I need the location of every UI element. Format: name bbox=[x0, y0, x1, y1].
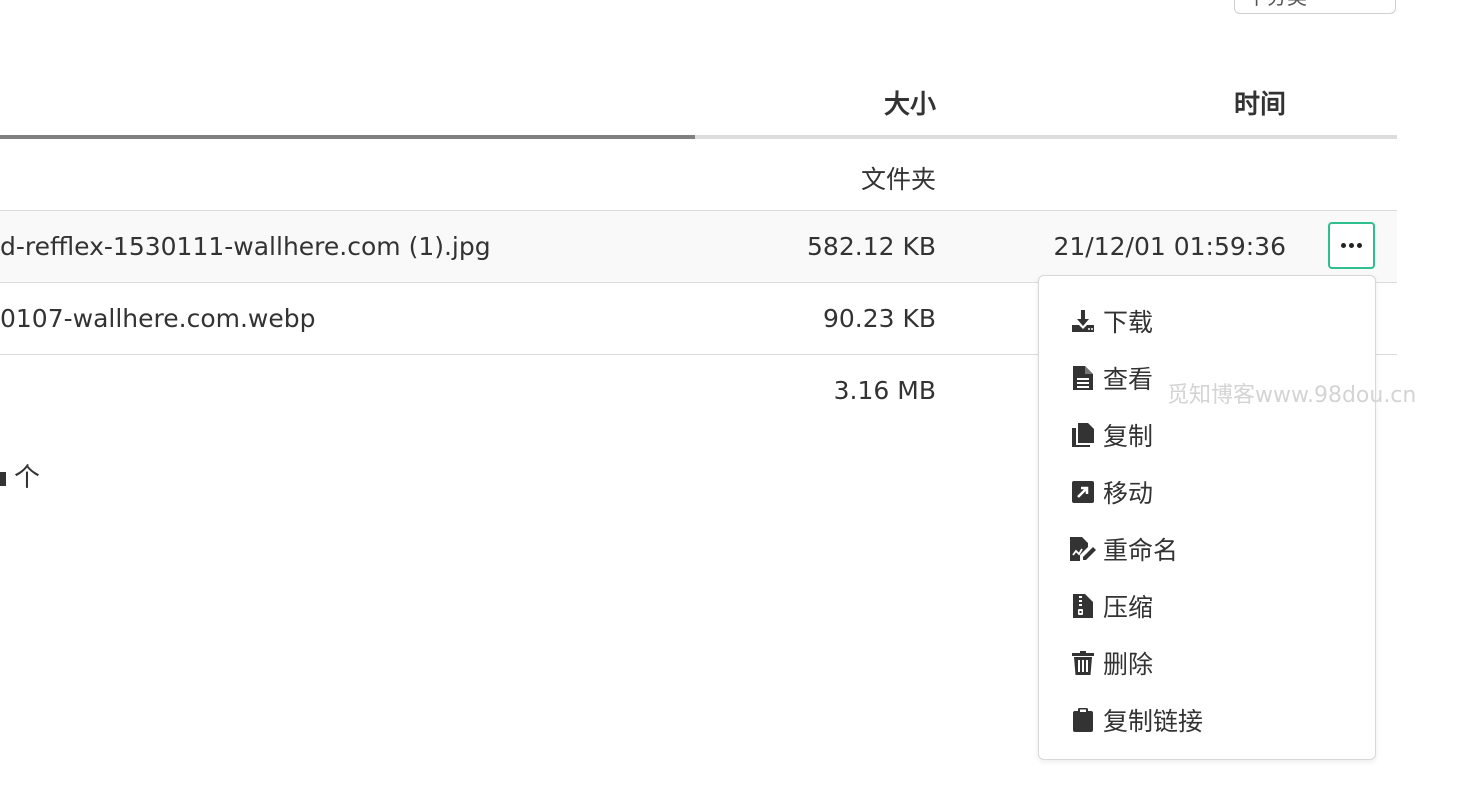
menu-item-rename[interactable]: 重命名 bbox=[1070, 529, 1178, 569]
menu-item-label: 删除 bbox=[1103, 650, 1154, 679]
menu-item-label: 复制链接 bbox=[1103, 707, 1204, 736]
row-size: 90.23 KB bbox=[822, 304, 936, 333]
menu-item-delete[interactable]: 删除 bbox=[1070, 643, 1153, 683]
move-icon bbox=[1070, 479, 1096, 505]
archive-icon bbox=[1070, 593, 1096, 619]
menu-item-download[interactable]: 下载 bbox=[1070, 301, 1153, 341]
file-actions-menu: 下载 查看 复制 移动 重命名 压缩 删除 复制链接 bbox=[1038, 275, 1376, 760]
row-size: 3.16 MB bbox=[833, 376, 936, 405]
row-size: 文件夹 bbox=[860, 165, 936, 194]
count-fragment bbox=[0, 471, 6, 486]
rename-icon bbox=[1070, 536, 1096, 562]
trash-icon bbox=[1070, 650, 1096, 676]
category-select[interactable]: 下分类 bbox=[1234, 0, 1396, 14]
menu-item-copy[interactable]: 复制 bbox=[1070, 415, 1153, 455]
row-file-name[interactable]: 0107-wallhere.com.webp bbox=[0, 304, 316, 333]
row-size: 582.12 KB bbox=[807, 232, 936, 261]
row-file-name[interactable]: d-refflex-1530111-wallhere.com (1).jpg bbox=[0, 232, 491, 261]
more-dot bbox=[1357, 243, 1362, 248]
table-row[interactable]: d-refflex-1530111-wallhere.com (1).jpg 5… bbox=[0, 211, 1397, 283]
file-icon bbox=[1070, 365, 1096, 391]
file-list-page: 下分类 大小 时间 文件夹 d-refflex-1530111-wallhere… bbox=[0, 0, 1458, 797]
menu-item-label: 查看 bbox=[1103, 365, 1154, 394]
menu-item-label: 移动 bbox=[1103, 479, 1154, 508]
count-label: 个 bbox=[14, 463, 41, 493]
more-actions-button[interactable] bbox=[1328, 222, 1375, 269]
menu-item-move[interactable]: 移动 bbox=[1070, 472, 1153, 512]
menu-item-view[interactable]: 查看 bbox=[1070, 358, 1153, 398]
row-time: 21/12/01 01:59:36 bbox=[1053, 232, 1286, 261]
menu-item-label: 下载 bbox=[1103, 308, 1154, 337]
clipboard-icon bbox=[1070, 707, 1096, 733]
more-dot bbox=[1349, 243, 1354, 248]
menu-item-label: 复制 bbox=[1103, 422, 1154, 451]
more-dot bbox=[1341, 243, 1346, 248]
table-row[interactable]: 文件夹 bbox=[0, 139, 1397, 211]
download-icon bbox=[1070, 308, 1096, 334]
menu-item-copy-link[interactable]: 复制链接 bbox=[1070, 700, 1203, 740]
size-column-header[interactable]: 大小 bbox=[884, 84, 936, 121]
menu-item-compress[interactable]: 压缩 bbox=[1070, 586, 1153, 626]
menu-item-label: 重命名 bbox=[1103, 536, 1179, 565]
watermark-text: 觅知博客www.98dou.cn bbox=[1167, 383, 1417, 408]
copy-icon bbox=[1070, 422, 1096, 448]
file-count-summary: 个 bbox=[0, 457, 40, 494]
menu-item-label: 压缩 bbox=[1103, 593, 1154, 622]
time-column-header[interactable]: 时间 bbox=[1234, 84, 1286, 121]
